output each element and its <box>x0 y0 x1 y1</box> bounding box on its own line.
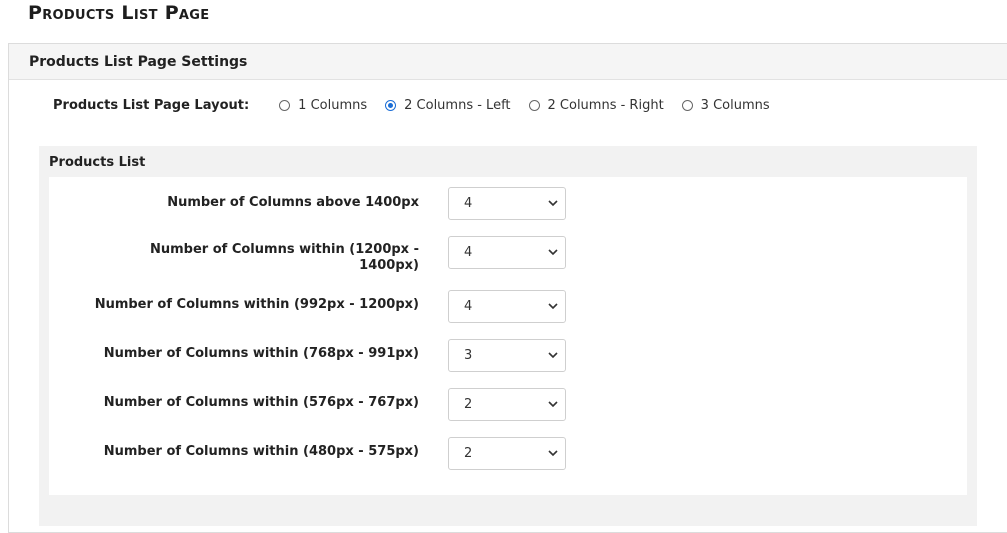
radio-label: 2 Columns - Right <box>547 98 664 113</box>
field-label: Number of Columns within (576px - 767px) <box>103 395 419 410</box>
columns-select[interactable]: 2 <box>448 437 566 470</box>
radio-button[interactable] <box>528 100 540 111</box>
radio-label: 3 Columns <box>700 98 770 113</box>
radio-button[interactable] <box>681 100 693 111</box>
chevron-down-icon <box>548 352 558 359</box>
chevron-down-icon <box>548 303 558 310</box>
field-label: Number of Columns within (480px - 575px) <box>103 444 419 459</box>
field-label: Number of Columns within (1200px - 1400p… <box>149 242 419 273</box>
columns-select[interactable]: 4 <box>448 236 566 269</box>
layout-radio-group: Products List Page Layout: 1 Columns 2 C… <box>53 98 788 113</box>
radio-label: 1 Columns <box>298 98 368 113</box>
select-value: 4 <box>464 196 473 211</box>
chevron-down-icon <box>548 401 558 408</box>
layout-option-2-columns-right[interactable]: 2 Columns - Right <box>528 98 664 113</box>
radio-label: 2 Columns - Left <box>404 98 511 113</box>
columns-select[interactable]: 4 <box>448 290 566 323</box>
products-list-fields: Number of Columns above 1400px 4 Number … <box>49 177 967 495</box>
products-list-title: Products List <box>49 155 146 170</box>
field-label: Number of Columns within (768px - 991px) <box>103 346 419 361</box>
field-label: Number of Columns within (992px - 1200px… <box>94 297 419 312</box>
products-list-group: Products List Number of Columns above 14… <box>39 146 977 526</box>
columns-select[interactable]: 3 <box>448 339 566 372</box>
chevron-down-icon <box>548 200 558 207</box>
field-label: Number of Columns above 1400px <box>167 195 419 210</box>
select-value: 4 <box>464 245 473 260</box>
chevron-down-icon <box>548 450 558 457</box>
panel-header: Products List Page Settings <box>9 44 1007 80</box>
columns-select[interactable]: 2 <box>448 388 566 421</box>
page-title: Products List Page <box>28 2 210 24</box>
radio-button-checked[interactable] <box>385 100 397 111</box>
chevron-down-icon <box>548 249 558 256</box>
columns-select[interactable]: 4 <box>448 187 566 220</box>
radio-button[interactable] <box>279 100 291 111</box>
layout-label: Products List Page Layout: <box>53 98 250 113</box>
layout-option-1-columns[interactable]: 1 Columns <box>279 98 367 113</box>
select-value: 2 <box>464 446 473 461</box>
select-value: 3 <box>464 348 473 363</box>
select-value: 2 <box>464 397 473 412</box>
layout-option-3-columns[interactable]: 3 Columns <box>681 98 770 113</box>
layout-option-2-columns-left[interactable]: 2 Columns - Left <box>385 98 511 113</box>
settings-panel: Products List Page Settings Products Lis… <box>8 43 1007 533</box>
select-value: 4 <box>464 299 473 314</box>
